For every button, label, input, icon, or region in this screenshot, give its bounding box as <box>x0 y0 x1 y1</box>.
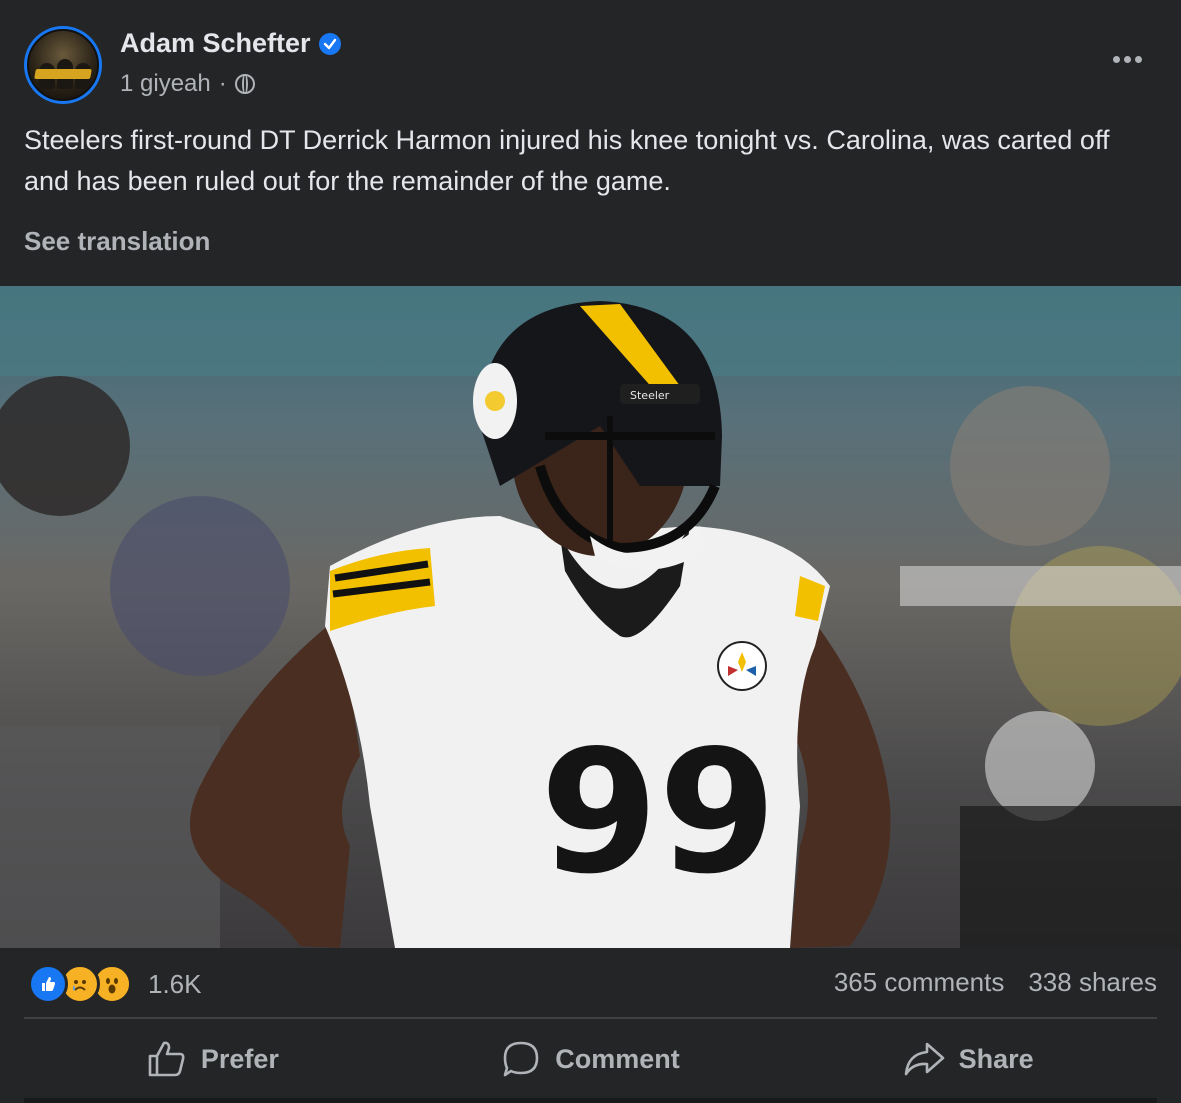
football-player-photo: 99 Steeler <box>0 286 1181 948</box>
comment-button[interactable]: Comment <box>402 1024 780 1094</box>
dot-icon <box>1123 55 1131 63</box>
engagement-counts: 365 comments 338 shares <box>834 967 1157 998</box>
post-text: Steelers first-round DT Derrick Harmon i… <box>24 125 1110 196</box>
bottom-edge <box>24 1098 1157 1103</box>
share-arrow-icon <box>904 1042 944 1076</box>
more-options-button[interactable] <box>1107 44 1147 74</box>
comment-label: Comment <box>555 1043 680 1074</box>
post-stats: 1.6K 365 comments 338 shares <box>24 960 1157 1010</box>
author-name-row: Adam Schefter <box>120 28 341 59</box>
share-button[interactable]: Share <box>779 1024 1157 1094</box>
comment-bubble-icon <box>503 1041 539 1077</box>
reaction-count[interactable]: 1.6K <box>148 969 202 1000</box>
verified-badge-icon <box>318 32 341 55</box>
meta-separator: · <box>218 70 227 97</box>
post-meta: 1 giyeah · <box>120 70 255 98</box>
post-timestamp[interactable]: 1 giyeah <box>120 70 211 98</box>
avatar[interactable] <box>24 26 102 104</box>
post-card: Adam Schefter 1 giyeah · Steelers first-… <box>0 0 1181 1103</box>
reaction-icons[interactable] <box>28 964 132 1004</box>
comments-count[interactable]: 365 comments <box>834 967 1005 998</box>
dot-icon <box>1134 55 1142 63</box>
jersey-number: 99 <box>540 714 777 912</box>
author-name[interactable]: Adam Schefter <box>120 28 311 59</box>
like-label: Prefer <box>200 1043 279 1074</box>
thumbs-up-icon <box>148 1041 185 1077</box>
globe-icon[interactable] <box>234 74 255 94</box>
like-reaction-icon <box>28 964 68 1004</box>
like-button[interactable]: Prefer <box>24 1024 402 1094</box>
share-label: Share <box>958 1043 1034 1074</box>
post-photo[interactable]: 99 Steeler <box>0 286 1181 948</box>
divider <box>24 1017 1157 1019</box>
see-translation-link[interactable]: See translation <box>24 226 210 257</box>
dot-icon <box>1112 55 1120 63</box>
helmet-label: Steeler <box>630 389 670 402</box>
post-actions: Prefer Comment Share <box>24 1024 1157 1094</box>
shares-count[interactable]: 338 shares <box>1028 967 1157 998</box>
avatar-image <box>27 29 99 101</box>
post-header: Adam Schefter 1 giyeah · <box>24 24 1157 104</box>
